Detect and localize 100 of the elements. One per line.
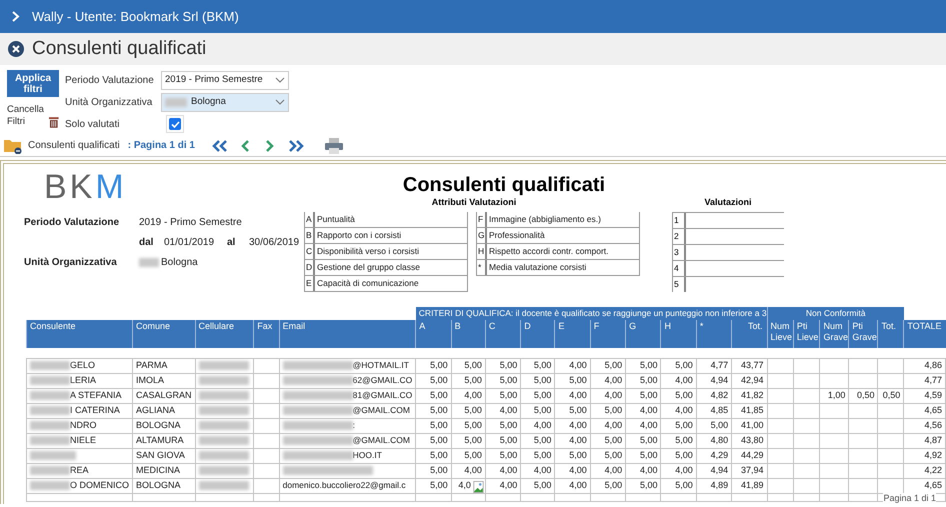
trash-icon[interactable] bbox=[49, 116, 59, 128]
field-label: Unità Organizzativa bbox=[65, 96, 154, 110]
table-cell: 4,00 bbox=[590, 373, 626, 388]
rating-number: 2 bbox=[672, 228, 686, 244]
table-cell: AGLIANA bbox=[132, 403, 196, 418]
attribute-label: Puntualità bbox=[315, 212, 468, 226]
redacted-block bbox=[30, 481, 70, 490]
table-cell: 4,00 bbox=[485, 463, 521, 478]
redacted-block bbox=[198, 481, 249, 490]
chevron-down-icon bbox=[275, 77, 285, 83]
table-cell bbox=[793, 373, 820, 388]
printer-icon[interactable] bbox=[324, 138, 343, 154]
broken-image-icon bbox=[472, 480, 484, 492]
redacted-block bbox=[198, 466, 249, 476]
table-cell: 5,00 bbox=[416, 448, 452, 463]
first-page-icon[interactable] bbox=[210, 140, 229, 152]
table-cell: NIELE bbox=[26, 433, 133, 448]
table-cell bbox=[820, 448, 849, 463]
ratings-heading: Valutazioni bbox=[703, 196, 752, 209]
table-cell: 5,00 bbox=[590, 403, 626, 418]
table-cell bbox=[878, 403, 904, 418]
info-label: al bbox=[227, 236, 236, 250]
table-cell: 5,00 bbox=[451, 448, 486, 463]
table-cell: 4,80 bbox=[696, 433, 732, 448]
dropdown-field[interactable]: Bologna bbox=[161, 92, 289, 112]
table-cell bbox=[848, 448, 878, 463]
table-cell: 4,77 bbox=[696, 358, 732, 373]
window-title: Wally - Utente: Bookmark Srl (BKM) bbox=[32, 8, 239, 26]
redacted-block bbox=[198, 406, 249, 416]
chevron-down-icon bbox=[275, 99, 285, 105]
column-header: Tot. bbox=[878, 320, 904, 348]
table-cell: 4,77 bbox=[904, 373, 946, 388]
table-cell: 4,00 bbox=[626, 403, 661, 418]
column-header: Consulente bbox=[26, 320, 133, 348]
column-header: D bbox=[520, 320, 555, 348]
table-cell: 4,00 bbox=[554, 358, 590, 373]
table-cell bbox=[793, 388, 820, 403]
redacted-block bbox=[282, 421, 353, 430]
table-cell: 4,00 bbox=[660, 403, 696, 418]
table-cell: 0,50 bbox=[848, 388, 878, 403]
redacted-block bbox=[30, 406, 70, 416]
attribute-code: F bbox=[476, 212, 487, 226]
column-header: Pti Lieve bbox=[793, 320, 820, 348]
dropdown-field[interactable]: 2019 - Primo Semestre bbox=[161, 70, 289, 90]
table-cell: BOLOGNA bbox=[132, 418, 196, 433]
table-cell: 5,00 bbox=[416, 358, 452, 373]
table-cell: GELO bbox=[26, 358, 133, 373]
table-cell: 5,00 bbox=[520, 403, 555, 418]
table-cell: 4,00 bbox=[485, 478, 521, 493]
column-header: Cellulare bbox=[195, 320, 254, 348]
table-cell: 5,00 bbox=[485, 388, 521, 403]
table-cell: 5,00 bbox=[416, 418, 452, 433]
table-cell: 5,00 bbox=[626, 373, 661, 388]
attribute-label: Capacità di comunicazione bbox=[315, 276, 468, 290]
redacted-block bbox=[282, 406, 353, 416]
checkbox[interactable] bbox=[166, 115, 184, 133]
table-cell bbox=[878, 463, 904, 478]
table-cell: 4,94 bbox=[696, 463, 732, 478]
next-page-icon[interactable] bbox=[264, 140, 274, 152]
column-header: Fax bbox=[254, 320, 280, 348]
chevron-right-icon[interactable] bbox=[12, 11, 20, 22]
redacted-block bbox=[198, 376, 249, 386]
table-cell: 4,94 bbox=[696, 373, 732, 388]
table-cell: 5,00 bbox=[416, 463, 452, 478]
table-cell: @HOTMAIL.IT bbox=[279, 358, 416, 373]
attribute-code: A bbox=[304, 212, 315, 226]
table-cell: MEDICINA bbox=[132, 463, 196, 478]
column-header: * bbox=[696, 320, 732, 348]
redacted-block bbox=[198, 436, 249, 446]
previous-page-icon[interactable] bbox=[240, 140, 250, 152]
clear-filters-link[interactable]: Cancella Filtri bbox=[7, 104, 46, 128]
table-cell bbox=[878, 433, 904, 448]
column-header: TOTALE bbox=[904, 320, 946, 348]
table-cell: 4,56 bbox=[904, 418, 946, 433]
redacted-block bbox=[139, 258, 159, 266]
table-cell: 5,00 bbox=[520, 373, 555, 388]
table-cell: 5,00 bbox=[590, 358, 626, 373]
last-page-icon[interactable] bbox=[286, 140, 305, 152]
attribute-code: * bbox=[476, 260, 487, 274]
apply-filters-button[interactable]: Applica filtri bbox=[7, 70, 59, 97]
table-cell: 5,00 bbox=[660, 418, 696, 433]
table-cell bbox=[848, 358, 878, 373]
table-cell: 4,00 bbox=[660, 373, 696, 388]
close-icon[interactable] bbox=[8, 41, 24, 57]
table-cell: 4,82 bbox=[696, 388, 732, 403]
table-cell: O DOMENICO bbox=[26, 478, 133, 493]
table-cell: 4,00 bbox=[554, 433, 590, 448]
table-cell: 43,80 bbox=[732, 433, 768, 448]
table-cell: 41,85 bbox=[732, 403, 768, 418]
table-cell bbox=[767, 418, 794, 433]
table-cell bbox=[878, 418, 904, 433]
table-cell bbox=[767, 433, 794, 448]
redacted-block bbox=[282, 376, 353, 386]
table-cell: 5,00 bbox=[416, 403, 452, 418]
table-cell bbox=[878, 448, 904, 463]
table-cell: 5,00 bbox=[660, 358, 696, 373]
table-cell bbox=[767, 403, 794, 418]
table-cell: 4,92 bbox=[904, 448, 946, 463]
table-cell: 5,00 bbox=[554, 373, 590, 388]
table-cell: 4,00 bbox=[626, 463, 661, 478]
